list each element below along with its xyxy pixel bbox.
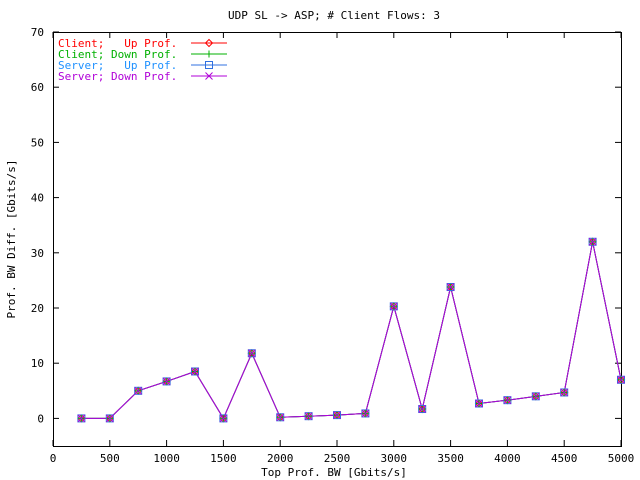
x-tick-label: 2500 xyxy=(324,452,351,465)
y-tick-label: 10 xyxy=(31,357,44,370)
series-line-0 xyxy=(81,241,622,420)
x-tick-label: 0 xyxy=(50,452,57,465)
series-line-1 xyxy=(81,241,622,420)
y-tick-label: 70 xyxy=(31,26,44,39)
x-tick-label: 500 xyxy=(100,452,120,465)
y-axis-label: Prof. BW Diff. [Gbits/s] xyxy=(5,160,18,319)
series-lines xyxy=(81,241,622,420)
chart-title: UDP SL -> ASP; # Client Flows: 3 xyxy=(228,9,440,22)
x-tick-label: 5000 xyxy=(608,452,635,465)
axis-ticks: 0 500 1000 1500 2000 2500 3000 3500 4000 4500 5000… xyxy=(31,26,635,465)
x-tick-label: 4500 xyxy=(551,452,578,465)
y-tick-label: 20 xyxy=(31,302,44,315)
legend: Client; Up Prof.Client; Down Prof.Server… xyxy=(58,37,227,83)
y-tick-label: 0 xyxy=(37,412,44,425)
x-tick-label: 2000 xyxy=(267,452,294,465)
series-markers xyxy=(77,237,626,423)
legend-marker xyxy=(205,50,213,58)
series-line-3 xyxy=(81,241,622,420)
y-tick-label: 50 xyxy=(31,136,44,149)
chart: UDP SL -> ASP; # Client Flows: 3 0 500 100… xyxy=(5,9,635,479)
legend-label: Server; Down Prof. xyxy=(58,70,177,83)
y-tick-label: 60 xyxy=(31,81,44,94)
y-tick-label: 30 xyxy=(31,247,44,260)
series-line-2 xyxy=(81,241,622,420)
x-tick-label: 1500 xyxy=(210,452,237,465)
x-tick-label: 3000 xyxy=(381,452,408,465)
y-tick-label: 40 xyxy=(31,192,44,205)
x-tick-label: 3500 xyxy=(437,452,464,465)
x-tick-label: 4000 xyxy=(494,452,521,465)
x-tick-label: 1000 xyxy=(153,452,180,465)
plot-frame xyxy=(53,32,622,447)
x-axis-label: Top Prof. BW [Gbits/s] xyxy=(261,466,407,479)
